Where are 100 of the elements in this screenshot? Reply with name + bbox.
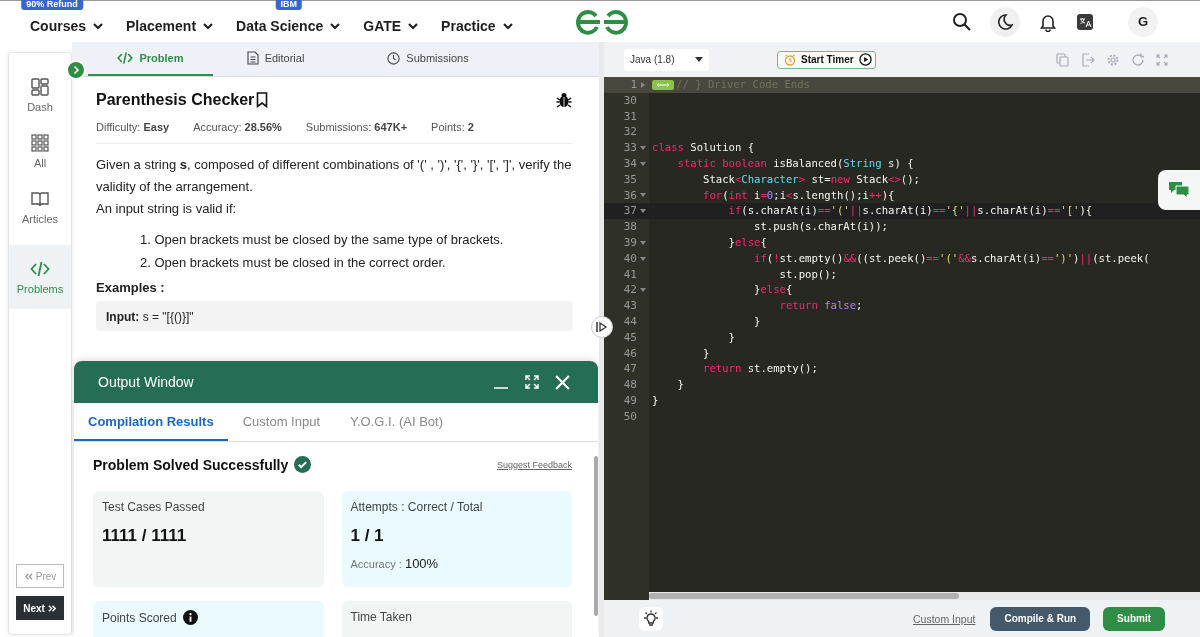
- feedback-link[interactable]: Suggest Feedback: [496, 459, 572, 470]
- splitter-icon: [595, 321, 609, 333]
- theme-toggle[interactable]: [990, 6, 1020, 37]
- output-tab[interactable]: Custom Input: [227, 403, 335, 441]
- code-line: st.pop();: [778, 266, 837, 282]
- example-text: Input: s = "[{()}]": [106, 310, 194, 324]
- code-line: Stack<Character> st=new Stack<>();: [702, 171, 920, 187]
- compile-run-button[interactable]: Compile & Run: [990, 606, 1091, 631]
- info-icon[interactable]: [182, 610, 198, 625]
- card-value: 1 / 1: [350, 526, 385, 546]
- nav-menu[interactable]: Practice: [441, 13, 514, 34]
- line-number: 40: [623, 250, 637, 267]
- output-tab[interactable]: Y.O.G.I. (AI Bot): [335, 403, 458, 441]
- scrollbar-thumb[interactable]: [649, 593, 959, 599]
- book-icon: [30, 189, 50, 209]
- rule-item: 1. Open brackets must be closed by the same type of brackets.: [140, 231, 505, 249]
- nav-menu[interactable]: Data Science: [236, 13, 342, 34]
- nav-badge: 90% Refund: [21, 0, 83, 10]
- lightbulb-icon: [642, 609, 660, 628]
- line-number: 34: [623, 156, 637, 172]
- chat-button[interactable]: [1158, 170, 1200, 210]
- line-number: 32: [623, 124, 637, 141]
- custom-input-link[interactable]: Custom Input: [913, 612, 976, 625]
- line-number: 39: [623, 234, 637, 251]
- output-tab[interactable]: Compilation Results: [74, 403, 228, 441]
- hint-button[interactable]: [639, 606, 663, 631]
- sidebar-item[interactable]: Articles: [9, 181, 71, 233]
- language-select[interactable]: Java (1.8): [624, 48, 709, 71]
- output-title: Output Window: [98, 374, 194, 390]
- fold-arrow-right-icon[interactable]: [640, 81, 646, 88]
- caret-icon: [695, 57, 703, 62]
- code-line: }else{: [753, 282, 793, 298]
- fold-arrow-down-icon[interactable]: [640, 239, 646, 246]
- code-line: for(int i=0;i<s.length();i++){: [702, 187, 895, 203]
- line-number: 30: [623, 92, 637, 109]
- fold-widget-icon[interactable]: [652, 79, 674, 90]
- expand-icon[interactable]: [525, 375, 539, 389]
- code-editor[interactable]: [604, 77, 1200, 600]
- examples-heading: Examples :: [96, 280, 166, 295]
- splitter-handle[interactable]: [591, 316, 613, 338]
- line-number: 41: [623, 266, 637, 283]
- line-number: 42: [623, 282, 637, 299]
- problem-title: Parenthesis Checker: [96, 91, 255, 109]
- play-icon: [858, 53, 872, 66]
- fold-arrow-down-icon[interactable]: [640, 208, 646, 215]
- line-number: 49: [623, 392, 637, 409]
- code-line: if(s.charAt(i)=='('||s.charAt(i)=='{'||s.charAt(i)=='['){: [727, 203, 1093, 219]
- description-text: An input string is valid if:: [96, 200, 238, 218]
- problem-tab[interactable]: Submissions: [338, 42, 518, 76]
- translate-icon[interactable]: [1076, 12, 1094, 31]
- code-line: }: [652, 392, 659, 408]
- line-number: 48: [623, 377, 637, 393]
- card-label: Time Taken: [350, 610, 412, 624]
- code-line: }: [727, 329, 735, 345]
- expand-toggle[interactable]: [66, 60, 86, 80]
- sidebar-item[interactable]: Problems: [9, 245, 71, 309]
- nav-menu[interactable]: Courses: [30, 13, 105, 34]
- logo-icon[interactable]: [574, 9, 630, 35]
- problem-meta: Submissions: 647K+: [305, 121, 408, 133]
- bug-icon[interactable]: [555, 91, 573, 109]
- scrollbar[interactable]: [594, 456, 598, 616]
- code-line: static boolean isBalanced(String s) {: [676, 156, 914, 171]
- nav-menu[interactable]: Placement: [126, 13, 215, 34]
- rule-item: 2. Open brackets must be closed in the correct order.: [140, 254, 447, 272]
- user-avatar[interactable]: G: [1128, 6, 1158, 37]
- problem-tab[interactable]: Problem: [88, 42, 213, 76]
- search-icon[interactable]: [952, 11, 972, 32]
- code-line: return st.empty();: [702, 361, 818, 377]
- line-number: 45: [623, 329, 637, 346]
- submit-button[interactable]: Submit: [1103, 606, 1165, 631]
- line-number: 31: [623, 108, 637, 125]
- fold-arrow-down-icon[interactable]: [640, 160, 646, 167]
- line-number: 37: [623, 203, 637, 220]
- double-chevron-left-icon: [23, 571, 33, 581]
- nav-menu[interactable]: GATE: [363, 13, 420, 34]
- code-line: }: [676, 377, 684, 393]
- fold-arrow-down-icon[interactable]: [640, 192, 646, 199]
- moon-icon: [996, 12, 1014, 31]
- sidebar-item[interactable]: All: [9, 125, 71, 177]
- chevron-right-icon: [71, 65, 81, 75]
- problem-meta: Difficulty: Easy: [96, 121, 170, 133]
- close-icon[interactable]: [555, 374, 570, 390]
- line-number: 43: [623, 298, 637, 314]
- fold-arrow-down-icon[interactable]: [640, 255, 646, 262]
- code-line: if(!st.empty()&&((st.peek()=='('&&s.charAt(i)==')')||(st.peek(: [753, 250, 1150, 267]
- start-timer-button[interactable]: Start Timer: [777, 50, 876, 69]
- chat-icon: [1168, 180, 1190, 200]
- double-chevron-right-icon: [47, 603, 57, 613]
- dashboard-icon: [30, 77, 50, 97]
- next-button[interactable]: Next: [16, 596, 64, 620]
- line-number: 50: [623, 408, 637, 425]
- fold-arrow-down-icon[interactable]: [640, 287, 646, 294]
- problem-meta: Points: 2: [431, 121, 474, 133]
- problem-tab[interactable]: Editorial: [213, 42, 338, 76]
- accuracy-text: Accuracy : 100%: [350, 556, 440, 571]
- bookmark-icon[interactable]: [256, 92, 269, 108]
- card-label: Points Scored: [102, 610, 177, 625]
- line-number: 1: [630, 77, 637, 93]
- sidebar-item[interactable]: Dash: [9, 69, 71, 121]
- fold-arrow-down-icon[interactable]: [640, 145, 646, 152]
